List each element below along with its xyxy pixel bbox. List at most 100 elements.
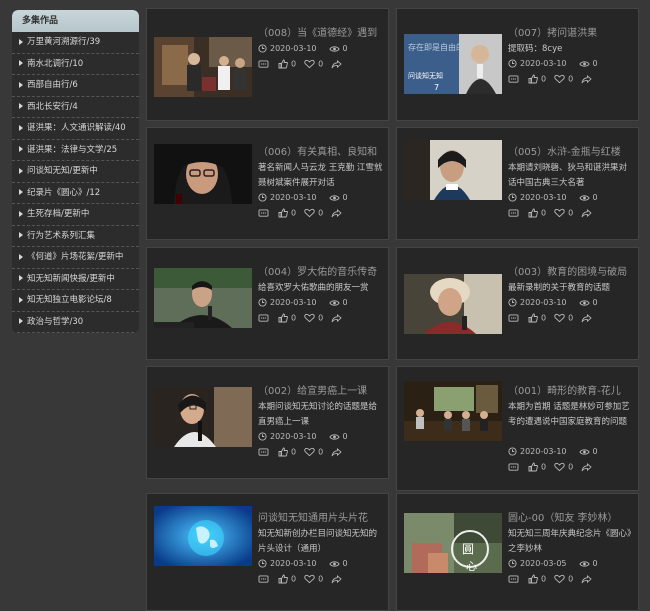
video-title[interactable]: （006）有关真相、良知和 — [258, 143, 383, 158]
comment-icon[interactable] — [258, 574, 269, 584]
eye-icon — [328, 433, 340, 441]
video-thumbnail[interactable] — [154, 37, 252, 97]
video-card[interactable]: 圓心圆心-00（知友 李妙林） 知无知三周年庆典纪念片《圆心》之李妙林 2020-0… — [396, 493, 639, 611]
like-icon[interactable] — [528, 74, 538, 84]
sidebar-item[interactable]: 政治与哲学/30 — [12, 312, 139, 333]
share-icon[interactable] — [331, 208, 342, 218]
video-thumbnail[interactable] — [154, 387, 252, 447]
arrow-right-icon — [19, 210, 23, 217]
comment-icon[interactable] — [508, 462, 519, 472]
comment-icon[interactable] — [258, 59, 269, 69]
comment-icon[interactable] — [258, 313, 269, 323]
sidebar-item[interactable]: 西部自由行/6 — [12, 75, 139, 97]
publish-date: 2020-03-10 — [520, 447, 567, 456]
clock-icon — [258, 298, 267, 307]
video-title[interactable]: （007）拷问谌洪果 — [508, 24, 633, 39]
sidebar-item[interactable]: 生死存档/更新中 — [12, 204, 139, 226]
video-title[interactable]: （004）罗大佑的音乐传奇 — [258, 263, 383, 278]
video-card[interactable]: （008）当《道德经》遇到 2020-03-10 0 0 0 — [146, 8, 389, 121]
sidebar-item-label: 生死存档/更新中 — [27, 209, 90, 219]
sidebar-item[interactable]: 行为艺术系列汇集 — [12, 226, 139, 247]
video-title[interactable]: （001）畸形的教育-花儿 — [508, 382, 633, 397]
heart-icon[interactable] — [304, 574, 315, 584]
like-icon[interactable] — [278, 447, 288, 457]
heart-icon[interactable] — [304, 313, 315, 323]
view-count: 0 — [342, 432, 348, 441]
heart-icon[interactable] — [554, 574, 565, 584]
video-thumbnail[interactable] — [404, 381, 502, 441]
clock-icon — [258, 432, 267, 441]
comment-icon[interactable] — [258, 208, 269, 218]
heart-icon[interactable] — [554, 313, 565, 323]
video-thumbnail[interactable] — [154, 144, 252, 204]
heart-icon[interactable] — [554, 462, 565, 472]
share-icon[interactable] — [331, 59, 342, 69]
sidebar-item[interactable]: 知无知独立电影论坛/8 — [12, 290, 139, 312]
sidebar-item[interactable]: 西北长安行/4 — [12, 97, 139, 118]
like-icon[interactable] — [528, 208, 538, 218]
comment-icon[interactable] — [508, 574, 519, 584]
video-description: 知无知三周年庆典纪念片《圆心》之李妙林 — [508, 529, 632, 554]
share-icon[interactable] — [331, 447, 342, 457]
video-title[interactable]: （005）水浒-金瓶与红楼 — [508, 143, 633, 158]
like-icon[interactable] — [528, 574, 538, 584]
video-action-row: 00 — [258, 313, 345, 323]
video-thumbnail[interactable]: 存在即是自由的 问谈知无知 7 — [404, 34, 502, 94]
video-thumbnail[interactable]: 圓心 — [404, 513, 502, 573]
video-title[interactable]: 问谈知无知通用片头片花 — [258, 509, 383, 524]
like-icon[interactable] — [278, 59, 288, 69]
video-thumbnail[interactable] — [404, 140, 502, 200]
video-card[interactable]: 存在即是自由的 问谈知无知 7 （007）拷问谌洪果 提取码：8cye 2020-03-1… — [396, 8, 639, 121]
sidebar-item[interactable]: 问谈知无知/更新中 — [12, 161, 139, 183]
heart-icon[interactable] — [554, 208, 565, 218]
video-title[interactable]: （008）当《道德经》遇到 — [258, 24, 383, 39]
arrow-right-icon — [19, 189, 23, 195]
like-count: 0 — [291, 59, 297, 69]
share-icon[interactable] — [581, 74, 592, 84]
like-icon[interactable] — [278, 208, 288, 218]
like-icon[interactable] — [528, 313, 538, 323]
sidebar-item[interactable]: 知无知新闻快报/更新中 — [12, 269, 139, 290]
share-icon[interactable] — [581, 313, 592, 323]
share-icon[interactable] — [581, 462, 592, 472]
sidebar-item-label: 西部自由行/6 — [27, 80, 78, 90]
heart-icon[interactable] — [304, 208, 315, 218]
video-title[interactable]: （002）给宣男癌上一课 — [258, 382, 383, 397]
share-icon[interactable] — [581, 208, 592, 218]
video-card[interactable]: （002）给宣男癌上一课 本期问谈知无知讨论的话题是给直男癌上一课 2020-03-… — [146, 366, 389, 479]
clock-icon — [508, 447, 517, 456]
sidebar-item[interactable]: 南水北调行/10 — [12, 54, 139, 75]
comment-icon[interactable] — [508, 208, 519, 218]
video-thumbnail[interactable] — [154, 268, 252, 328]
comment-icon[interactable] — [508, 313, 519, 323]
like-icon[interactable] — [528, 462, 538, 472]
video-card[interactable]: （006）有关真相、良知和 著名新闻人马云龙 王克勤 江雪就聂树斌案件展开对话 20… — [146, 127, 389, 240]
share-icon[interactable] — [331, 313, 342, 323]
heart-icon[interactable] — [304, 447, 315, 457]
sidebar-item[interactable]: 谌洪果：人文通识解读/40 — [12, 118, 139, 140]
video-card[interactable]: 问谈知无知通用片头片花 知无知新创办栏目问谈知无知的片头设计（通用） 2020-03… — [146, 493, 389, 611]
like-icon[interactable] — [278, 313, 288, 323]
video-title[interactable]: 圆心-00（知友 李妙林） — [508, 509, 633, 524]
video-card[interactable]: （004）罗大佑的音乐传奇 给喜欢罗大佑歌曲的朋友一赏 2020-03-10 0 0 0 — [146, 247, 389, 360]
video-card[interactable]: （001）畸形的教育-花儿 本期为首期 话题是林妙可参加艺考的遭遇说中国家庭教育的… — [396, 366, 639, 491]
comment-icon[interactable] — [258, 447, 269, 457]
arrow-right-icon — [19, 275, 23, 281]
like-icon[interactable] — [278, 574, 288, 584]
share-icon[interactable] — [581, 574, 592, 584]
clock-icon — [508, 298, 517, 307]
sidebar-item[interactable]: 万里黄河溯源行/39 — [12, 32, 139, 54]
video-card[interactable]: （003）教育的困境与破局 最新录制的关于教育的话题 2020-03-10 0 0 0 — [396, 247, 639, 360]
eye-icon — [328, 45, 340, 53]
heart-icon[interactable] — [304, 59, 315, 69]
comment-icon[interactable] — [508, 74, 519, 84]
sidebar-item[interactable]: 纪录片《圆心》/12 — [12, 183, 139, 204]
video-thumbnail[interactable] — [404, 274, 502, 334]
sidebar-item[interactable]: 谌洪果：法律与文学/25 — [12, 140, 139, 161]
heart-icon[interactable] — [554, 74, 565, 84]
sidebar-item[interactable]: 《何道》片场花絮/更新中 — [12, 247, 139, 269]
video-thumbnail[interactable] — [154, 506, 252, 566]
video-card[interactable]: （005）水浒-金瓶与红楼 本期请刘晓磬、狄马和谌洪果对话中国古典三大名著 2020… — [396, 127, 639, 240]
share-icon[interactable] — [331, 574, 342, 584]
video-title[interactable]: （003）教育的困境与破局 — [508, 263, 633, 278]
